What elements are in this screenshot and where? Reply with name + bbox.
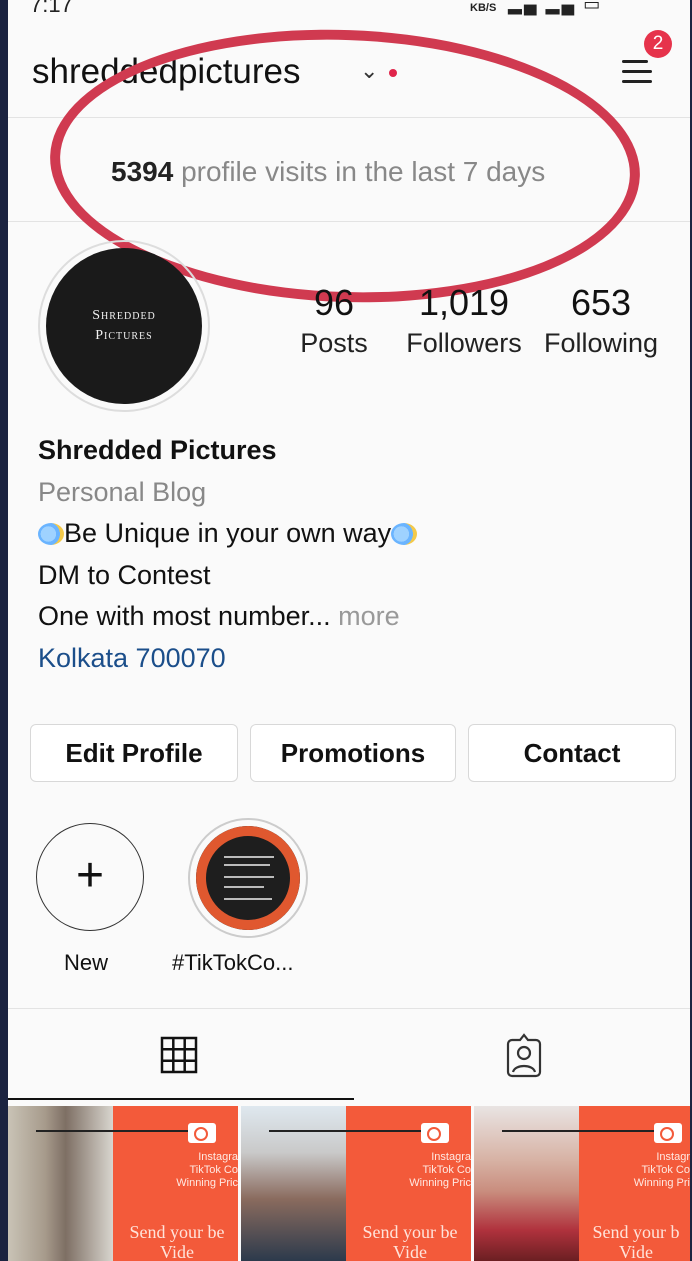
highlight-cover-frame	[196, 826, 300, 930]
status-time: 7:17	[30, 0, 73, 17]
stat-followers-value: 1,019	[418, 282, 510, 323]
bio-line-3: One with most number... more	[38, 596, 658, 638]
post-text-line: Vide	[160, 1242, 194, 1261]
post-overlay-cta: Send your b Vide	[582, 1222, 690, 1261]
avatar-logo-line2: Pictures	[95, 328, 153, 343]
post-text-line: Winning Pric	[409, 1177, 471, 1189]
stat-followers[interactable]: 1,019 Followers	[394, 282, 534, 359]
username-switcher[interactable]: shreddedpictures	[32, 52, 301, 92]
avatar[interactable]: Shredded Pictures	[38, 240, 210, 412]
post-overlay-text: Instagra TikTok Co Winning Pric	[116, 1151, 238, 1190]
active-tab-indicator	[8, 1098, 354, 1100]
status-net-speed: KB/S	[470, 2, 497, 14]
post-overlay-cta: Send your be Vide	[116, 1222, 238, 1261]
bio-line-2: DM to Contest	[38, 559, 211, 590]
contact-button-label: Contact	[523, 738, 621, 768]
post-text-line: TikTok Co	[641, 1164, 691, 1176]
grid-post[interactable]: Instagra TikTok Co Winning Pric Send your …	[241, 1106, 471, 1261]
cover-text-line	[224, 898, 272, 900]
cover-text-line	[224, 876, 274, 878]
profile-bio: Shredded Pictures Personal Blog Be Uniqu…	[38, 430, 658, 679]
post-text-line: Instagra	[431, 1151, 471, 1163]
bio-line-1: Be Unique in your own way	[38, 513, 658, 555]
post-overlay-cta: Send your be Vide	[349, 1222, 471, 1261]
stat-posts-label: Posts	[300, 328, 368, 358]
camera-icon	[654, 1123, 682, 1143]
bio-more-link[interactable]: more	[338, 601, 400, 631]
highlight-label-new: New	[64, 950, 109, 975]
cover-text-line	[224, 856, 274, 858]
contact-button[interactable]: Contact	[468, 724, 676, 782]
hamburger-menu-icon[interactable]	[622, 54, 652, 86]
profile-location-link[interactable]: Kolkata 700070	[38, 638, 658, 680]
avatar-logo-line1: Shredded	[92, 308, 156, 323]
chevron-down-icon[interactable]: ⌄	[360, 58, 378, 84]
grid-post[interactable]: Instagr TikTok Co Winning Pri Send your bV…	[474, 1106, 690, 1261]
stat-followers-label: Followers	[406, 328, 522, 358]
grid-icon	[160, 1036, 198, 1074]
profile-visits-text: 5394 profile visits in the last 7 days	[111, 156, 545, 188]
profile-display-name: Shredded Pictures	[38, 435, 277, 465]
stat-following-label: Following	[543, 328, 659, 358]
profile-visits-label: profile visits in the last 7 days	[181, 156, 546, 187]
highlight-cover-image	[196, 826, 300, 930]
profile-category: Personal Blog	[38, 476, 207, 507]
promotions-button[interactable]: Promotions	[250, 724, 456, 782]
avatar-image: Shredded Pictures	[46, 248, 202, 404]
post-text-line: Winning Pri	[633, 1177, 690, 1189]
profile-header: shreddedpictures ⌄ 2	[8, 22, 690, 118]
bio-line-3-text: One with most number...	[38, 601, 331, 631]
profile-visits-banner[interactable]: 5394 profile visits in the last 7 days	[8, 118, 690, 222]
post-overlay-text: Instagra TikTok Co Winning Pric	[349, 1151, 471, 1190]
post-text-line: Winning Pric	[176, 1177, 238, 1189]
post-text-line: Send your b	[592, 1222, 680, 1242]
profile-visits-count: 5394	[111, 156, 174, 187]
stat-posts-value: 96	[313, 282, 355, 323]
posts-grid: Instagra TikTok Co Winning Pric Send your …	[8, 1106, 690, 1261]
sparkle-emoji-icon	[391, 523, 418, 545]
post-text-line: Vide	[393, 1242, 427, 1261]
post-text-line: Vide	[619, 1242, 653, 1261]
post-text-line: Instagra	[198, 1151, 238, 1163]
tab-posts-grid[interactable]	[8, 1010, 352, 1102]
post-text-line: TikTok Co	[422, 1164, 472, 1176]
signal-icon: ▂▄ ▂▄ ▭	[508, 0, 603, 14]
cover-text-line	[224, 864, 270, 866]
highlight-label-tiktok: #TikTokCo...	[172, 950, 294, 975]
camera-icon	[188, 1123, 216, 1143]
bio-line-1-text: Be Unique in your own way	[64, 518, 392, 548]
stat-following[interactable]: 653 Following	[536, 282, 666, 359]
edit-profile-button[interactable]: Edit Profile	[30, 724, 238, 782]
tagged-person-icon	[506, 1033, 542, 1078]
grid-post[interactable]: Instagra TikTok Co Winning Pric Send your …	[8, 1106, 238, 1261]
post-overlay-text: Instagr TikTok Co Winning Pri	[582, 1151, 690, 1190]
status-bar: 7:17 KB/S ▂▄ ▂▄ ▭	[8, 0, 690, 22]
menu-notification-badge: 2	[644, 30, 672, 58]
sparkle-emoji-icon	[38, 523, 64, 545]
plus-icon: +	[75, 849, 105, 902]
cover-text-line	[224, 886, 264, 888]
new-highlight-button[interactable]: +	[36, 823, 144, 931]
stat-posts[interactable]: 96 Posts	[274, 282, 394, 359]
instagram-profile-screen: 7:17 KB/S ▂▄ ▂▄ ▭ shreddedpictures ⌄ 2 5…	[8, 0, 690, 1261]
stat-following-value: 653	[570, 282, 632, 323]
tab-tagged-posts[interactable]	[352, 1010, 690, 1102]
post-text-line: Send your be	[129, 1222, 225, 1242]
post-text-line: Instagr	[656, 1151, 690, 1163]
notification-dot	[389, 69, 397, 77]
post-text-line: TikTok Co	[189, 1164, 239, 1176]
post-text-line: Send your be	[362, 1222, 458, 1242]
highlight-tiktok-contest[interactable]	[188, 818, 308, 938]
camera-icon	[421, 1123, 449, 1143]
tabs-divider	[8, 1008, 690, 1009]
